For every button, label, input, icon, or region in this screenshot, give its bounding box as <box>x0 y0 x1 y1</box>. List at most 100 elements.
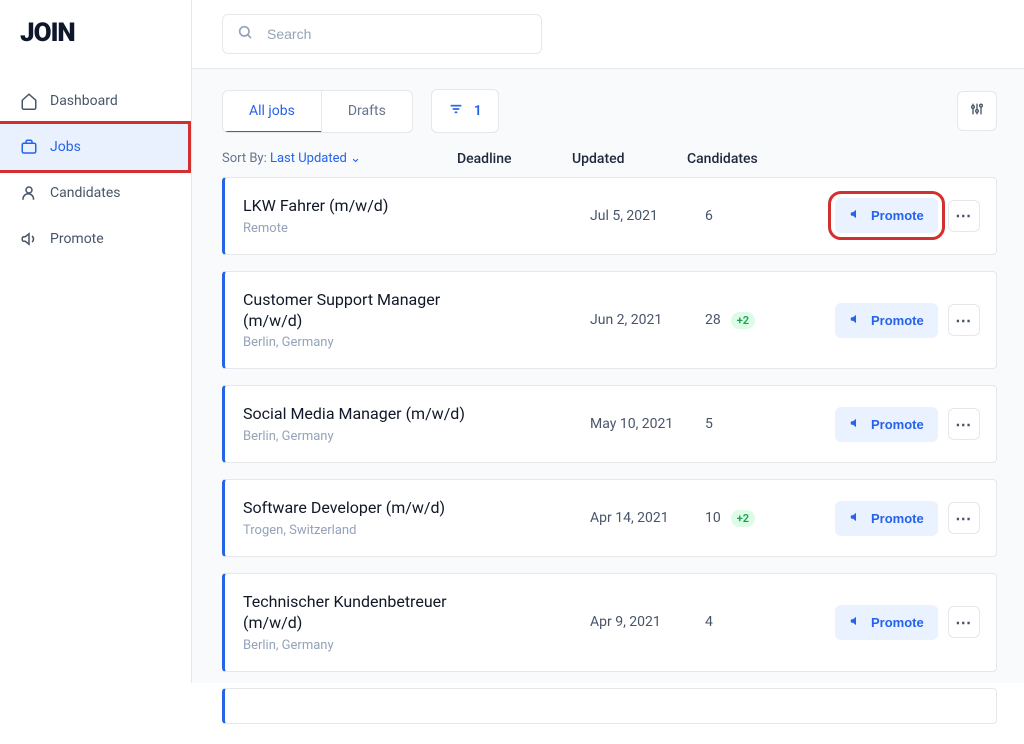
sort-label: Sort By: <box>222 151 267 166</box>
promote-label: Promote <box>871 313 924 328</box>
delta-badge: +2 <box>731 510 755 527</box>
dots-icon: ⋯ <box>955 613 972 632</box>
more-button[interactable]: ⋯ <box>948 408 980 440</box>
search-icon <box>237 24 253 44</box>
job-updated: May 10, 2021 <box>590 416 705 432</box>
job-candidates: 10 +2 <box>705 510 835 527</box>
job-row[interactable] <box>222 688 997 724</box>
job-row[interactable]: Social Media Manager (m/w/d) Berlin, Ger… <box>222 385 997 463</box>
column-headers: Sort By: Last Updated ⌄ Deadline Updated… <box>192 133 1024 177</box>
search-input[interactable] <box>267 26 527 42</box>
job-location: Berlin, Germany <box>243 638 475 653</box>
tab-drafts[interactable]: Drafts <box>322 91 412 132</box>
sidebar: JOIN Dashboard Jobs Candidates Promote <box>0 0 192 683</box>
job-updated: Jul 5, 2021 <box>590 208 705 224</box>
dots-icon: ⋯ <box>955 311 972 330</box>
job-actions: Promote ⋯ <box>835 501 980 536</box>
megaphone-icon <box>849 614 863 631</box>
promote-label: Promote <box>871 511 924 526</box>
delta-badge: +2 <box>731 312 755 329</box>
chevron-down-icon: ⌄ <box>350 151 361 166</box>
job-updated: Apr 9, 2021 <box>590 614 705 630</box>
sidebar-item-candidates[interactable]: Candidates <box>0 170 191 216</box>
column-candidates: Candidates <box>687 151 758 167</box>
search-box[interactable] <box>222 14 542 54</box>
job-title: LKW Fahrer (m/w/d) <box>243 196 475 217</box>
sort-by: Sort By: Last Updated ⌄ <box>222 151 457 167</box>
job-actions: Promote ⋯ <box>835 303 980 338</box>
job-candidates: 28 +2 <box>705 312 835 329</box>
job-title: Social Media Manager (m/w/d) <box>243 404 475 425</box>
megaphone-icon <box>849 207 863 224</box>
sidebar-item-label: Dashboard <box>50 93 118 109</box>
candidate-count: 5 <box>705 416 713 432</box>
column-deadline: Deadline <box>457 151 572 167</box>
job-candidates: 6 <box>705 208 835 224</box>
job-location: Berlin, Germany <box>243 429 475 444</box>
job-info: Technischer Kundenbetreuer (m/w/d) Berli… <box>243 592 475 653</box>
candidate-count: 28 <box>705 312 721 328</box>
dots-icon: ⋯ <box>955 206 972 225</box>
job-title: Technischer Kundenbetreuer (m/w/d) <box>243 592 475 634</box>
promote-label: Promote <box>871 417 924 432</box>
job-location: Trogen, Switzerland <box>243 523 475 538</box>
sidebar-item-label: Promote <box>50 231 104 247</box>
sliders-icon <box>969 101 985 121</box>
promote-button[interactable]: Promote <box>835 303 938 338</box>
megaphone-icon <box>849 416 863 433</box>
tab-all-jobs[interactable]: All jobs <box>223 91 322 133</box>
adjust-button[interactable] <box>957 91 997 131</box>
more-button[interactable]: ⋯ <box>948 304 980 336</box>
dots-icon: ⋯ <box>955 509 972 528</box>
sort-dropdown[interactable]: Last Updated ⌄ <box>270 151 361 166</box>
candidate-count: 4 <box>705 614 713 630</box>
promote-label: Promote <box>871 208 924 223</box>
job-actions: Promote ⋯ <box>835 198 980 233</box>
job-title: Software Developer (m/w/d) <box>243 498 475 519</box>
job-info: Software Developer (m/w/d) Trogen, Switz… <box>243 498 475 538</box>
controls-row: All jobs Drafts 1 <box>192 69 1024 133</box>
job-info: LKW Fahrer (m/w/d) Remote <box>243 196 475 236</box>
promote-label: Promote <box>871 615 924 630</box>
job-candidates: 5 <box>705 416 835 432</box>
promote-button[interactable]: Promote <box>835 198 938 233</box>
job-row[interactable]: Customer Support Manager (m/w/d) Berlin,… <box>222 271 997 370</box>
job-info: Customer Support Manager (m/w/d) Berlin,… <box>243 290 475 351</box>
filter-button[interactable]: 1 <box>431 89 499 133</box>
megaphone-icon <box>849 312 863 329</box>
column-updated: Updated <box>572 151 687 167</box>
sidebar-item-promote[interactable]: Promote <box>0 216 191 262</box>
promote-button[interactable]: Promote <box>835 605 938 640</box>
sidebar-item-label: Jobs <box>50 139 81 155</box>
sort-value: Last Updated <box>270 151 347 166</box>
more-button[interactable]: ⋯ <box>948 200 980 232</box>
job-updated: Apr 14, 2021 <box>590 510 705 526</box>
topbar <box>192 0 1024 69</box>
megaphone-icon <box>849 510 863 527</box>
logo: JOIN <box>0 18 191 78</box>
more-button[interactable]: ⋯ <box>948 502 980 534</box>
main-content: All jobs Drafts 1 Sort By: Last Updated <box>192 0 1024 683</box>
jobs-list: LKW Fahrer (m/w/d) Remote Jul 5, 2021 6 … <box>192 177 1024 744</box>
job-actions: Promote ⋯ <box>835 407 980 442</box>
filter-count: 1 <box>474 103 482 119</box>
promote-button[interactable]: Promote <box>835 501 938 536</box>
briefcase-icon <box>20 138 38 156</box>
more-button[interactable]: ⋯ <box>948 606 980 638</box>
megaphone-icon <box>20 230 38 248</box>
job-row[interactable]: LKW Fahrer (m/w/d) Remote Jul 5, 2021 6 … <box>222 177 997 255</box>
candidate-count: 10 <box>705 510 721 526</box>
job-row[interactable]: Software Developer (m/w/d) Trogen, Switz… <box>222 479 997 557</box>
promote-button[interactable]: Promote <box>835 407 938 442</box>
sidebar-item-jobs[interactable]: Jobs <box>0 121 191 173</box>
sidebar-item-dashboard[interactable]: Dashboard <box>0 78 191 124</box>
job-candidates: 4 <box>705 614 835 630</box>
job-title: Customer Support Manager (m/w/d) <box>243 290 475 332</box>
tabs: All jobs Drafts <box>222 90 413 133</box>
house-icon <box>20 92 38 110</box>
job-row[interactable]: Technischer Kundenbetreuer (m/w/d) Berli… <box>222 573 997 672</box>
filter-icon <box>448 101 464 121</box>
job-updated: Jun 2, 2021 <box>590 312 705 328</box>
sidebar-item-label: Candidates <box>50 185 121 201</box>
job-location: Berlin, Germany <box>243 335 475 350</box>
